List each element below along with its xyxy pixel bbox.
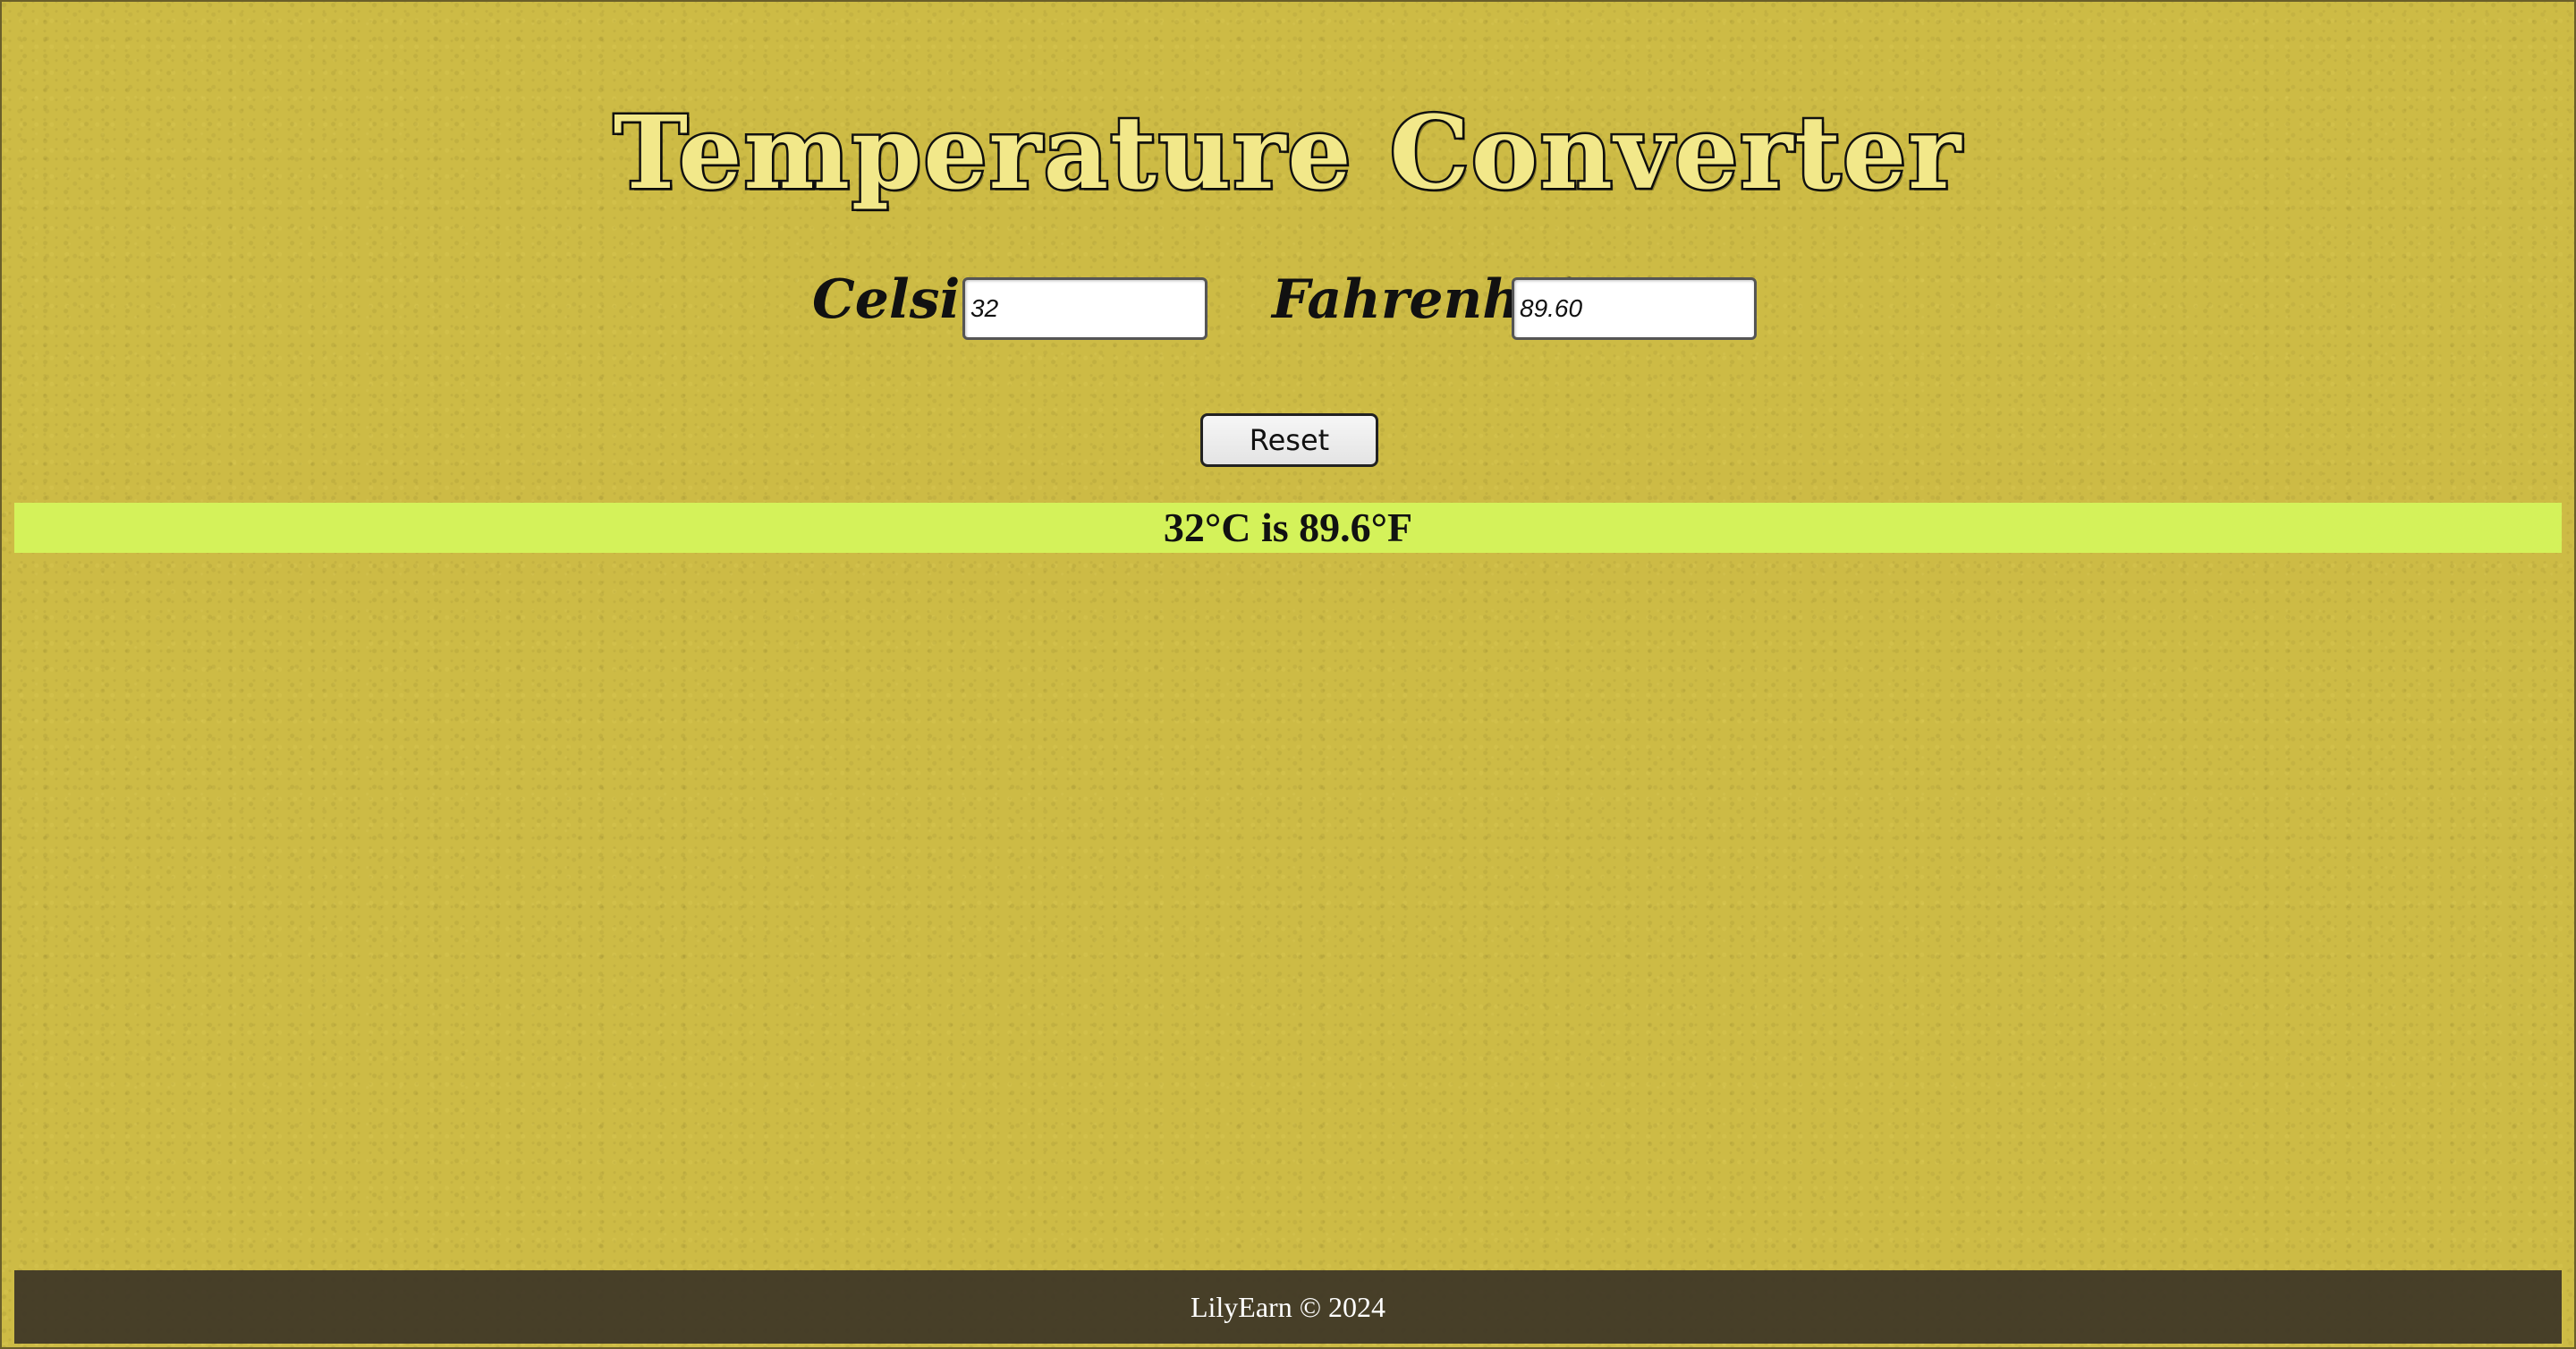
reset-button[interactable]: Reset bbox=[1200, 413, 1378, 467]
converter-form: Celsius: Fahrenheit: bbox=[2, 268, 2574, 344]
celsius-input[interactable] bbox=[962, 277, 1208, 340]
page-title: Temperature Converter bbox=[611, 93, 1963, 215]
footer: LilyEarn © 2024 bbox=[14, 1270, 2562, 1344]
footer-text: LilyEarn © 2024 bbox=[1190, 1291, 1386, 1323]
fahrenheit-input[interactable] bbox=[1512, 277, 1757, 340]
result-display: 32°C is 89.6°F bbox=[14, 503, 2562, 553]
